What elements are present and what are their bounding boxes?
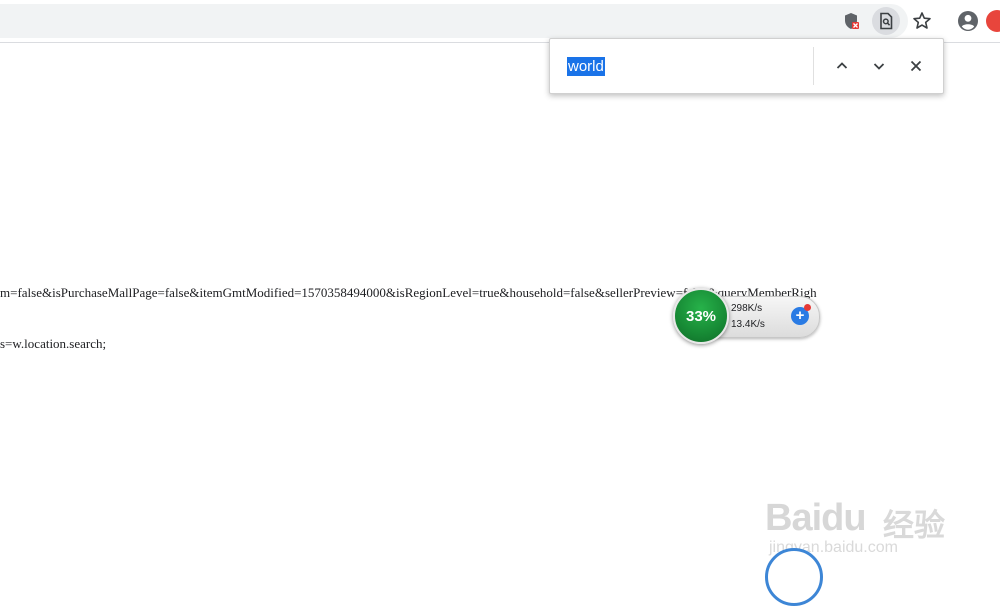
extension-icon[interactable] — [986, 10, 1000, 32]
memory-usage-ball[interactable]: 33% — [673, 288, 729, 344]
find-previous-button[interactable] — [829, 53, 855, 79]
browser-toolbar — [0, 0, 1000, 43]
find-next-button[interactable] — [866, 53, 892, 79]
watermark-brand: Baidu — [765, 497, 867, 539]
memory-usage-percent: 33% — [685, 307, 717, 325]
upload-speed-value: 298K/s — [731, 303, 763, 314]
find-bar-divider — [813, 47, 814, 85]
account-icon[interactable] — [954, 7, 982, 35]
source-code-line: s=w.location.search; — [0, 336, 107, 351]
find-close-button[interactable] — [903, 53, 929, 79]
close-icon — [910, 60, 922, 72]
upload-speed: ↑ 298K/s — [711, 303, 763, 314]
star-icon[interactable] — [908, 7, 936, 35]
baidu-avatar-icon — [765, 548, 823, 606]
chevron-up-icon — [836, 62, 848, 69]
find-input-value[interactable]: world — [567, 57, 605, 76]
download-speed-value: 13.4K/s — [731, 319, 765, 330]
address-bar[interactable] — [0, 4, 908, 38]
notification-dot — [804, 304, 811, 311]
download-speed: ↓ 13.4K/s — [711, 319, 765, 330]
find-bar: world — [549, 38, 944, 94]
find-in-page-icon[interactable] — [872, 7, 900, 35]
shield-icon[interactable] — [837, 7, 865, 35]
chevron-down-icon — [873, 63, 885, 70]
